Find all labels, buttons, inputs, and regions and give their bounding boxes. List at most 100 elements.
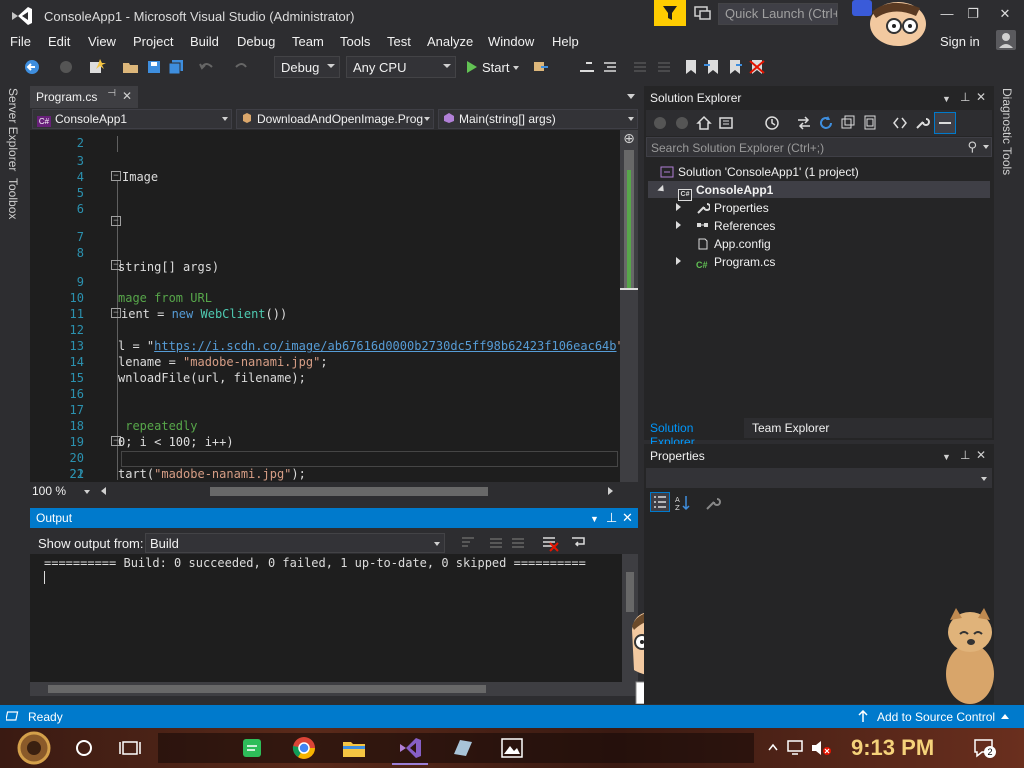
- menu-window[interactable]: Window: [488, 34, 534, 49]
- auto-hide-pin-icon[interactable]: ⊥: [960, 90, 970, 104]
- bookmark-icon[interactable]: [682, 59, 700, 75]
- auto-hide-pin-icon[interactable]: ⊥: [606, 510, 617, 526]
- home-icon[interactable]: [696, 115, 712, 131]
- collapsed-arrow-icon[interactable]: [676, 257, 681, 265]
- show-all-files-icon[interactable]: [862, 115, 878, 131]
- tree-solution[interactable]: Solution 'ConsoleApp1' (1 project): [660, 165, 859, 179]
- navigate-forward-icon[interactable]: [58, 59, 76, 75]
- collapsed-arrow-icon[interactable]: [676, 203, 681, 211]
- tab-solution-explorer[interactable]: Solution Explorer: [646, 418, 744, 449]
- scroll-right-icon[interactable]: [608, 487, 613, 495]
- action-center-button[interactable]: 2: [972, 736, 996, 760]
- categorized-button[interactable]: [650, 492, 670, 512]
- properties-object-select[interactable]: [646, 468, 992, 488]
- add-to-source-control-button[interactable]: Add to Source Control: [877, 710, 1010, 724]
- undo-icon[interactable]: [198, 59, 216, 75]
- output-scroll-thumb[interactable]: [626, 572, 634, 612]
- url-link[interactable]: https://i.scdn.co/image/ab67616d0000b273…: [154, 339, 616, 353]
- solution-platform-select[interactable]: Any CPU: [346, 56, 456, 78]
- uncomment-icon[interactable]: [656, 59, 674, 75]
- solution-search-input[interactable]: Search Solution Explorer (Ctrl+;) ⚲: [646, 137, 992, 157]
- menu-analyze[interactable]: Analyze: [427, 34, 473, 49]
- tab-overflow-icon[interactable]: [627, 94, 635, 99]
- diagnostic-tools-tab[interactable]: Diagnostic Tools: [1000, 88, 1014, 175]
- server-explorer-tab[interactable]: Server Explorer: [6, 88, 20, 171]
- menu-project[interactable]: Project: [133, 34, 173, 49]
- sign-in-link[interactable]: Sign in: [940, 34, 980, 49]
- word-wrap-icon[interactable]: [570, 534, 588, 552]
- previous-message-icon[interactable]: [488, 535, 504, 551]
- menu-build[interactable]: Build: [190, 34, 219, 49]
- scroll-left-icon[interactable]: [101, 487, 106, 495]
- step-over-icon[interactable]: [578, 59, 596, 75]
- output-horizontal-thumb[interactable]: [48, 685, 486, 693]
- sync-icon[interactable]: [796, 115, 812, 131]
- next-message-icon[interactable]: [510, 535, 526, 551]
- auto-hide-pin-icon[interactable]: ⊥: [960, 448, 970, 462]
- close-window-button[interactable]: ✕: [992, 4, 1018, 24]
- search-icon[interactable]: ⚲: [967, 139, 977, 155]
- window-position-icon[interactable]: ▼: [590, 514, 599, 524]
- redo-icon[interactable]: [232, 59, 250, 75]
- pending-changes-icon[interactable]: [764, 115, 780, 131]
- output-text-area[interactable]: [30, 554, 622, 682]
- network-icon[interactable]: [786, 738, 806, 758]
- menu-edit[interactable]: Edit: [48, 34, 70, 49]
- task-view-icon[interactable]: [116, 734, 144, 762]
- start-button-icon[interactable]: [16, 731, 52, 765]
- project-nav-select[interactable]: C# ConsoleApp1: [32, 109, 232, 129]
- zoom-select[interactable]: 100 %: [32, 484, 92, 500]
- clear-all-icon[interactable]: [541, 534, 559, 552]
- open-file-icon[interactable]: [122, 59, 140, 75]
- property-pages-icon[interactable]: [704, 494, 722, 512]
- menu-team[interactable]: Team: [292, 34, 324, 49]
- save-icon[interactable]: [146, 59, 164, 75]
- sticky-notes-icon[interactable]: [238, 734, 266, 762]
- show-hidden-icons-icon[interactable]: [766, 738, 780, 758]
- window-position-icon[interactable]: ▼: [942, 452, 951, 462]
- alphabetical-icon[interactable]: AZ: [674, 494, 692, 512]
- tree-project[interactable]: C# ConsoleApp1: [678, 183, 773, 201]
- menu-file[interactable]: File: [10, 34, 31, 49]
- close-properties-icon[interactable]: ✕: [976, 448, 986, 462]
- menu-tools[interactable]: Tools: [340, 34, 370, 49]
- menu-debug[interactable]: Debug: [237, 34, 275, 49]
- volume-muted-icon[interactable]: [810, 738, 832, 758]
- switch-views-icon[interactable]: [718, 115, 734, 131]
- photos-icon[interactable]: [498, 734, 526, 762]
- forward-icon[interactable]: [674, 115, 690, 131]
- navigate-back-icon[interactable]: [24, 59, 42, 75]
- collapse-toggle[interactable]: −: [111, 308, 121, 318]
- back-icon[interactable]: [652, 115, 668, 131]
- horizontal-scroll-thumb[interactable]: [210, 487, 488, 496]
- start-debugging-button[interactable]: Start: [464, 57, 524, 77]
- feedback-icon[interactable]: [694, 5, 712, 21]
- account-avatar[interactable]: [996, 30, 1016, 50]
- tab-program-cs[interactable]: Program.cs ⊣ ✕: [30, 86, 138, 108]
- menu-view[interactable]: View: [88, 34, 116, 49]
- close-output-icon[interactable]: ✕: [622, 510, 633, 526]
- search-circle-icon[interactable]: [70, 734, 98, 762]
- clear-bookmarks-icon[interactable]: [748, 59, 766, 75]
- window-position-icon[interactable]: ▼: [942, 94, 951, 104]
- file-explorer-icon[interactable]: [340, 734, 368, 762]
- close-tab-icon[interactable]: ✕: [122, 89, 132, 103]
- restore-button[interactable]: ❐: [960, 4, 986, 24]
- toolbox-tab[interactable]: Toolbox: [6, 178, 20, 219]
- collapse-all-icon[interactable]: [840, 115, 856, 131]
- browse-icon[interactable]: [532, 59, 550, 75]
- output-source-select[interactable]: Build: [145, 533, 445, 553]
- tree-item-app-config[interactable]: App.config: [696, 237, 771, 251]
- app-cube-icon[interactable]: [448, 734, 476, 762]
- view-code-icon[interactable]: [892, 115, 908, 131]
- split-window-icon[interactable]: ⊕: [620, 130, 638, 146]
- next-bookmark-icon[interactable]: [726, 59, 744, 75]
- save-all-icon[interactable]: [168, 59, 186, 75]
- tree-item-properties[interactable]: Properties: [696, 201, 769, 215]
- refresh-icon[interactable]: [818, 115, 834, 131]
- solution-configuration-select[interactable]: Debug: [274, 56, 340, 78]
- new-project-icon[interactable]: [88, 59, 106, 75]
- preview-selected-items-button[interactable]: [934, 112, 956, 134]
- visual-studio-taskbar-icon[interactable]: [396, 734, 424, 762]
- close-solution-explorer-icon[interactable]: ✕: [976, 90, 986, 104]
